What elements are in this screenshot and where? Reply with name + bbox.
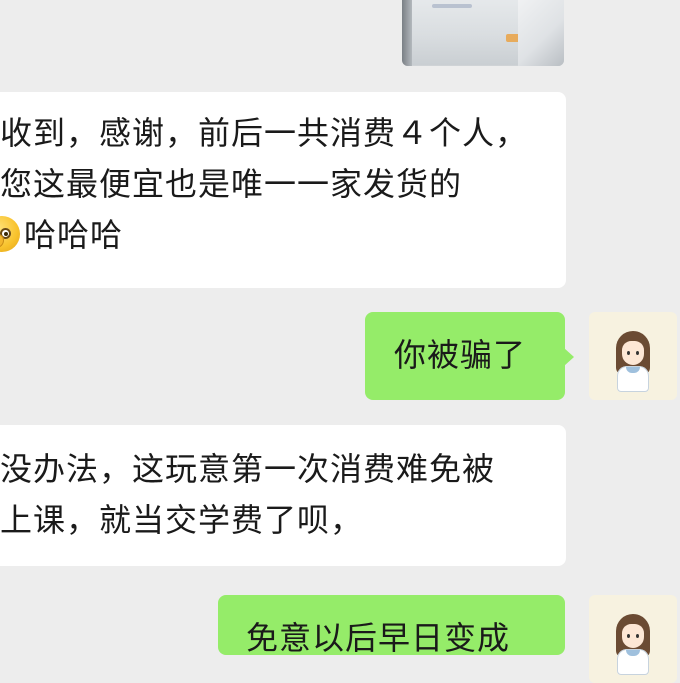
message-text-line: 免意以后早日变成: [246, 619, 511, 657]
message-text-line: 没办法，这玩意第一次消费难免被: [0, 450, 496, 488]
outgoing-message-bubble[interactable]: 你被骗了: [365, 312, 574, 400]
sender-avatar[interactable]: [589, 595, 677, 683]
photo-detail: [432, 4, 472, 8]
message-text-fragment: 哈哈哈: [24, 216, 124, 254]
incoming-message-bubble[interactable]: 没办法，这玩意第一次消费难免被 上课，就当交学费了呗，: [0, 425, 566, 566]
incoming-message-bubble[interactable]: 收到，感谢，前后一共消费４个人， 您这最便宜也是唯一一家发货的 哈哈哈: [0, 92, 566, 288]
image-message-thumbnail[interactable]: [402, 0, 564, 66]
message-text-line: 你被骗了: [394, 336, 527, 374]
message-text-line: 哈哈哈: [0, 210, 566, 261]
wink-hand-emoji-icon: [0, 216, 20, 252]
photo-edge: [402, 0, 412, 66]
sender-avatar[interactable]: [589, 312, 677, 400]
outgoing-message-bubble[interactable]: 免意以后早日变成: [218, 595, 565, 657]
message-text-line: 上课，就当交学费了呗，: [0, 501, 364, 539]
bubble-tail: [564, 348, 574, 366]
photo-detail: [518, 0, 564, 66]
message-text-line: 收到，感谢，前后一共消费４个人，: [0, 114, 529, 152]
message-text-line: 您这最便宜也是唯一一家发货的: [0, 165, 463, 203]
